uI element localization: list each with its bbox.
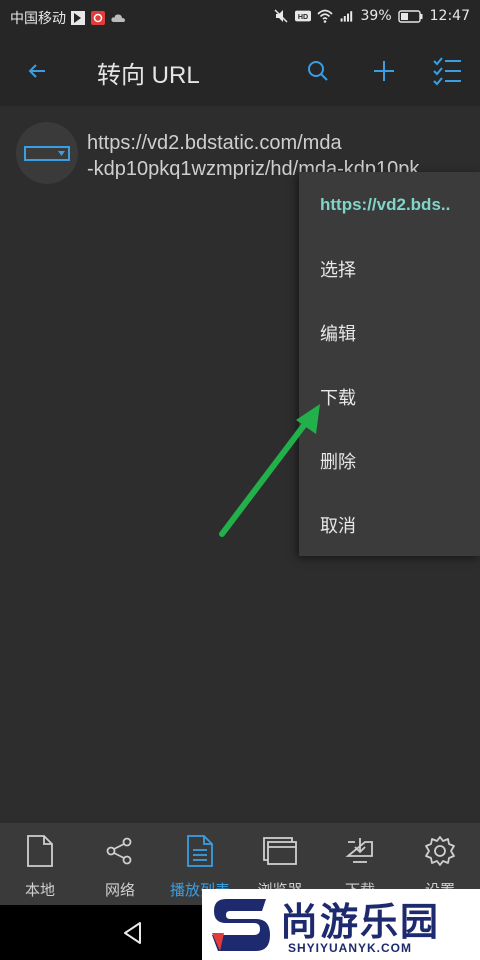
playlist-file-icon (187, 835, 213, 867)
menu-item-delete[interactable]: 删除 (299, 432, 480, 490)
back-button[interactable] (20, 54, 54, 88)
menu-item-edit[interactable]: 编辑 (299, 304, 480, 362)
watermark-domain: SHYIYUANYK.COM (288, 941, 413, 955)
plus-icon (374, 61, 394, 81)
checklist-icon (433, 57, 461, 86)
menu-item-cancel[interactable]: 取消 (299, 496, 480, 554)
battery-percent: 39% (360, 8, 392, 24)
menu-item-select[interactable]: 选择 (299, 240, 480, 298)
logo-s-icon (212, 899, 270, 951)
svg-text:HD: HD (297, 13, 307, 21)
search-icon (308, 61, 328, 81)
item-url-line1: https://vd2.bdstatic.com/mda (87, 132, 342, 154)
menu-item-download[interactable]: 下载 (299, 368, 480, 426)
wifi-icon (316, 9, 333, 23)
watermark-logo: 尚游乐园 SHYIYUANYK.COM (202, 889, 480, 960)
download-icon (345, 838, 373, 863)
app-bar: 转向 URL (0, 34, 480, 106)
multi-select-button[interactable] (430, 54, 464, 88)
signal-icon (340, 11, 352, 22)
nav-network[interactable]: 网络 (80, 823, 160, 905)
flipboard-icon (71, 11, 85, 25)
status-bar: 中国移动 HD 39% 12:47 (0, 0, 480, 34)
back-arrow-icon (28, 64, 45, 78)
share-icon (106, 837, 132, 865)
status-left: 中国移动 (10, 8, 126, 28)
nav-local-label: 本地 (24, 881, 55, 899)
browser-window-icon (263, 837, 297, 865)
app-badge-icon (91, 11, 105, 25)
menu-header: https://vd2.bds.. (320, 195, 451, 214)
item-thumbnail (16, 122, 78, 184)
nav-network-label: 网络 (104, 881, 135, 899)
carrier-label: 中国移动 (10, 11, 66, 27)
mute-icon (273, 9, 288, 23)
search-button[interactable] (301, 54, 335, 88)
battery-icon (397, 10, 423, 23)
add-button[interactable] (367, 54, 401, 88)
gear-icon (425, 836, 455, 866)
video-file-icon (24, 146, 70, 161)
watermark-name: 尚游乐园 (280, 900, 441, 944)
file-icon (27, 835, 53, 867)
hd-icon: HD (294, 10, 311, 22)
nav-local[interactable]: 本地 (0, 823, 80, 905)
status-right: HD 39% 12:47 (273, 8, 470, 24)
page-title: 转向 URL (97, 62, 200, 89)
cloud-icon (111, 14, 125, 22)
context-menu: https://vd2.bds.. 选择 编辑 下载 删除 取消 (299, 172, 480, 556)
clock: 12:47 (429, 8, 470, 24)
system-back-button[interactable] (120, 920, 146, 946)
